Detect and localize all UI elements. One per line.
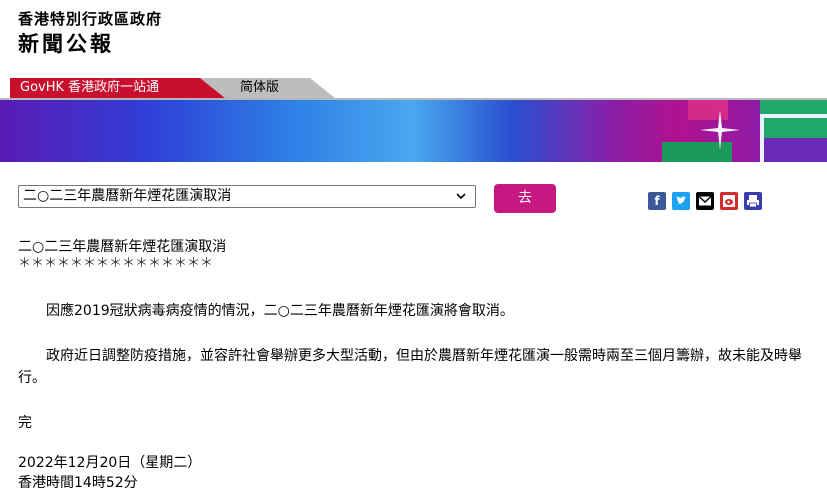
release-time: 香港時間14時52分 — [18, 475, 138, 491]
publication-title: 新聞公報 — [18, 32, 114, 56]
go-button[interactable]: 去 — [494, 184, 556, 213]
print-icon[interactable] — [744, 192, 762, 210]
chevron-down-icon — [455, 186, 467, 214]
masthead: 香港特別行政區政府 新聞公報 — [18, 10, 162, 58]
article-paragraph: 因應2019冠狀病毒病疫情的情況，二○二三年農曆新年煙花匯演將會取消。 — [46, 303, 514, 319]
title-underline: ＊＊＊＊＊＊＊＊＊＊＊＊＊＊＊ — [18, 256, 214, 271]
facebook-icon[interactable]: f — [648, 192, 666, 210]
article-select[interactable]: 二○二三年農曆新年煙花匯演取消 — [18, 185, 476, 208]
article-paragraph: 政府近日調整防疫措施，並容許社會舉辦更多大型活動，但由於農曆新年煙花匯演一般需時… — [18, 348, 802, 386]
header-banner — [0, 100, 827, 162]
banner-decoration — [764, 138, 827, 162]
article-select-value: 二○二三年農曆新年煙花匯演取消 — [23, 188, 232, 204]
weibo-icon[interactable] — [720, 192, 738, 210]
end-mark: 完 — [18, 415, 32, 431]
article-title: 二○二三年農曆新年煙花匯演取消 — [18, 239, 227, 255]
banner-decoration — [760, 114, 827, 118]
sparkle-icon — [700, 110, 740, 150]
release-date: 2022年12月20日（星期二） — [18, 455, 202, 471]
government-name: 香港特別行政區政府 — [18, 10, 163, 28]
top-nav: 简体版 GovHK 香港政府一站通 — [0, 78, 827, 100]
twitter-icon[interactable] — [672, 192, 690, 210]
email-icon[interactable] — [696, 192, 714, 210]
govhk-tab[interactable]: GovHK 香港政府一站通 — [10, 78, 225, 98]
